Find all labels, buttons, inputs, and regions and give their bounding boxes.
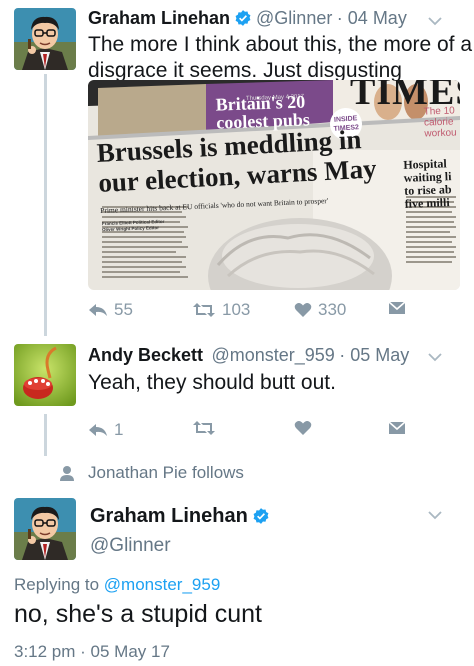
replying-to: Replying to @monster_959 [14,575,220,595]
tweet-text: The more I think about this, the more of… [88,32,472,84]
tweet-actions: 55 103 330 [88,300,428,330]
chevron-down-icon[interactable] [426,506,444,524]
like-icon [294,421,312,435]
username[interactable]: @Glinner [256,8,332,28]
newspaper-byline: Francis Elliott Political Editor Oliver … [102,219,165,233]
retweet-button[interactable]: 103 [192,300,250,320]
chevron-down-icon[interactable] [426,348,444,366]
tweet-header: Andy Beckett @monster_959 · 05 May [88,345,409,366]
like-count: 330 [318,300,347,319]
dm-button[interactable] [388,420,406,436]
retweet-count: 103 [222,300,251,319]
like-button[interactable]: 330 [294,300,346,320]
tweet-date[interactable]: · 04 May [337,8,407,28]
thread-line [44,414,47,456]
display-name[interactable]: Graham Linehan [88,8,230,28]
tweet-photo[interactable]: TIMES Thursday May 4 2017 Britain's 20 c… [88,80,460,290]
avatar-image [14,344,76,406]
social-context[interactable]: Jonathan Pie follows [58,463,244,483]
tweet-text: no, she's a stupid cunt [14,600,262,628]
tweet-text-line: The more I think about this, the more of… [88,33,473,56]
avatar-image [14,498,76,560]
reply-button[interactable]: 55 [88,300,133,320]
thread-line [44,74,47,336]
verified-icon [234,9,252,32]
side-headline-line: five milli [404,195,450,211]
tweet-timestamp[interactable]: 3:12 pm · 05 May 17 [14,642,170,662]
side-promo: The 10 calorie workou [423,105,456,139]
like-button[interactable] [294,420,312,436]
display-name[interactable]: Graham Linehan [90,505,248,527]
reply-icon [89,424,107,436]
dm-icon [388,301,406,314]
tweet-header: Graham Linehan @Glinner · 04 May [88,8,407,32]
person-icon [60,466,74,481]
reply-count: 55 [114,300,133,319]
dm-icon [388,421,406,434]
reply-icon [89,304,107,316]
retweet-icon [193,303,215,317]
avatar[interactable] [14,344,76,406]
reply-button[interactable]: 1 [88,420,123,440]
side-headline: Hospital waiting li to rise ab five mill… [403,156,452,211]
promo-title: Britain's 20 coolest pubs [215,92,310,133]
chevron-down-icon[interactable] [426,12,444,30]
avatar[interactable] [14,498,76,560]
avatar-image [14,8,76,70]
dm-button[interactable] [388,300,406,316]
retweet-button[interactable] [192,420,216,436]
reply-count: 1 [114,420,124,439]
username[interactable]: @monster_959 [211,345,334,365]
retweet-icon [193,421,215,435]
side-promo-line: workou [424,127,457,140]
avatar[interactable] [14,8,76,70]
tweet-header: Graham Linehan [90,505,274,530]
username[interactable]: @Glinner [90,535,171,557]
tweet-text: Yeah, they should butt out. [88,371,336,394]
like-icon [294,303,312,317]
tweet-actions: 1 [88,420,428,450]
replying-to-label: Replying to [14,575,100,594]
replying-to-handle[interactable]: @monster_959 [104,575,221,594]
tweet-date[interactable]: · 05 May [339,345,409,365]
verified-icon [252,507,270,530]
display-name[interactable]: Andy Beckett [88,345,203,365]
follows-text: Jonathan Pie follows [88,463,244,482]
